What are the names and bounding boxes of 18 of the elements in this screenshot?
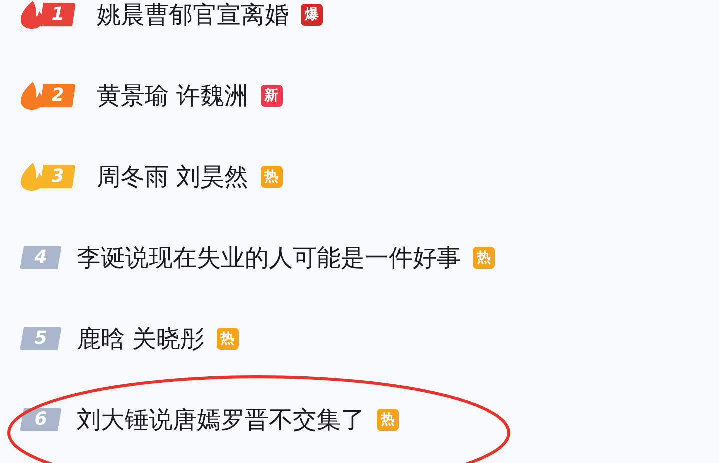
trend-tag: 热 — [216, 328, 239, 350]
rank-badge: 3 — [40, 164, 76, 188]
rank-badge: 2 — [40, 84, 76, 108]
trend-title[interactable]: 周冬雨 刘昊然 — [97, 160, 249, 192]
trend-tag: 热 — [473, 246, 495, 268]
rank-badge: 4 — [20, 246, 62, 270]
trend-title[interactable]: 姚晨曹郁官宣离婚 — [97, 0, 289, 30]
trend-tag: 爆 — [301, 4, 323, 26]
rank-badge: 1 — [40, 2, 76, 26]
trend-title[interactable]: 刘大锤说唐嫣罗晋不交集了 — [77, 404, 365, 436]
trend-title[interactable]: 鹿晗 关晓彤 — [77, 322, 205, 354]
trend-title[interactable]: 黄景瑜 许魏洲 — [97, 80, 249, 112]
rank-badge: 5 — [20, 326, 62, 350]
trend-tag: 新 — [260, 84, 283, 106]
trend-tag: 热 — [377, 408, 399, 430]
rank-badge: 6 — [20, 408, 62, 432]
trend-title[interactable]: 李诞说现在失业的人可能是一件好事 — [77, 242, 461, 274]
trend-tag: 热 — [260, 166, 283, 188]
